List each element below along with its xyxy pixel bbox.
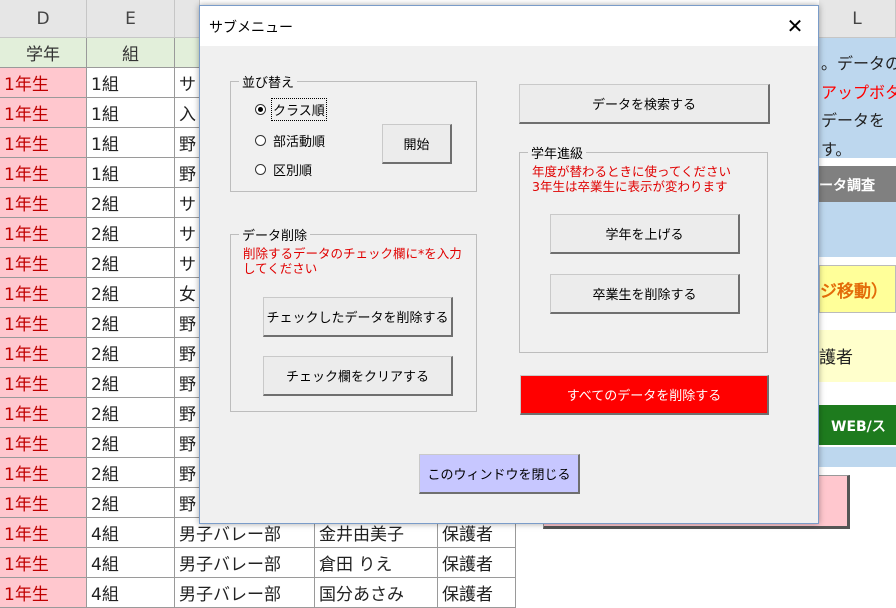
- search-data-button[interactable]: データを検索する: [519, 84, 770, 124]
- cell-name[interactable]: 国分あさみ: [315, 578, 438, 608]
- radio-sort-category[interactable]: 区別順: [255, 160, 312, 179]
- guardian-panel: 護者: [819, 330, 896, 382]
- cell-class[interactable]: 1組: [87, 68, 175, 98]
- header-cell-club[interactable]: [175, 38, 200, 68]
- web-button[interactable]: WEB/ス: [819, 405, 896, 445]
- cell-grade[interactable]: 1年生: [0, 248, 87, 278]
- cell-name[interactable]: 倉田 りえ: [315, 548, 438, 578]
- info-line-2: アップボタ: [821, 83, 896, 102]
- grade-note-line-2: 3年生は卒業生に表示が変わります: [532, 179, 728, 194]
- header-cell-grade[interactable]: 学年: [0, 38, 87, 68]
- radio-button-icon: [255, 104, 266, 115]
- cell-class[interactable]: 2組: [87, 458, 175, 488]
- radio-sort-class[interactable]: クラス順: [255, 98, 327, 121]
- delete-frame: データ削除 削除するデータのチェック欄に*を入力 してください チェックしたデー…: [230, 225, 477, 412]
- cell-grade[interactable]: 1年生: [0, 458, 87, 488]
- cell-club[interactable]: 男子バレー部: [175, 578, 315, 608]
- radio-label: 部活動順: [273, 135, 326, 150]
- delete-note: 削除するデータのチェック欄に*を入力 してください: [243, 246, 462, 276]
- info-line-4: す。: [821, 140, 852, 158]
- start-button[interactable]: 開始: [382, 124, 452, 164]
- cell-class[interactable]: 2組: [87, 278, 175, 308]
- close-icon[interactable]: ✕: [772, 6, 818, 46]
- cell-grade[interactable]: 1年生: [0, 578, 87, 608]
- cell-grade[interactable]: 1年生: [0, 278, 87, 308]
- page-move-button[interactable]: ジ移動）: [819, 265, 896, 313]
- cell-class[interactable]: 2組: [87, 368, 175, 398]
- radio-label: 区別順: [273, 164, 313, 179]
- cell-grade[interactable]: 1年生: [0, 548, 87, 578]
- cell-class[interactable]: 2組: [87, 488, 175, 518]
- cell-grade[interactable]: 1年生: [0, 338, 87, 368]
- cell-grade[interactable]: 1年生: [0, 188, 87, 218]
- dialog-title: サブメニュー: [209, 20, 293, 36]
- cell-grade[interactable]: 1年生: [0, 428, 87, 458]
- cell-club[interactable]: 男子バレー部: [175, 548, 315, 578]
- grade-frame-label: 学年進級: [528, 143, 587, 162]
- cell-grade[interactable]: 1年生: [0, 218, 87, 248]
- cell-class[interactable]: 4組: [87, 578, 175, 608]
- radio-button-icon: [255, 164, 266, 175]
- cell-class[interactable]: 2組: [87, 398, 175, 428]
- cell-role[interactable]: 保護者: [438, 548, 516, 578]
- cell-class[interactable]: 2組: [87, 218, 175, 248]
- cell-class[interactable]: 1組: [87, 98, 175, 128]
- cell-grade[interactable]: 1年生: [0, 98, 87, 128]
- info-panel-bottom: [819, 447, 896, 467]
- guardian-label: 護者: [819, 348, 853, 368]
- cell-grade[interactable]: 1年生: [0, 308, 87, 338]
- cell-class[interactable]: 1組: [87, 158, 175, 188]
- cell-grade[interactable]: 1年生: [0, 128, 87, 158]
- cell-class[interactable]: 2組: [87, 428, 175, 458]
- cell-class[interactable]: 4組: [87, 518, 175, 548]
- submenu-dialog: サブメニュー ✕ 並び替え クラス順 部活動順 区別順 開始 データ削除 削除す…: [199, 5, 819, 524]
- info-panel: 。データの アップボタ データを す。: [819, 38, 896, 158]
- cell-grade[interactable]: 1年生: [0, 398, 87, 428]
- cell-class[interactable]: 2組: [87, 248, 175, 278]
- header-cell-class[interactable]: 組: [87, 38, 175, 68]
- survey-button[interactable]: ータ調査: [819, 166, 896, 202]
- info-line-3: データを: [821, 111, 886, 130]
- dialog-titlebar[interactable]: サブメニュー ✕: [200, 6, 818, 46]
- grade-note-line-1: 年度が替わるときに使ってください: [532, 164, 732, 179]
- cell-class[interactable]: 2組: [87, 188, 175, 218]
- radio-label: クラス順: [271, 98, 327, 121]
- cell-class[interactable]: 4組: [87, 548, 175, 578]
- column-header-d[interactable]: D: [0, 0, 87, 38]
- radio-sort-club[interactable]: 部活動順: [255, 131, 325, 150]
- grade-note: 年度が替わるときに使ってください 3年生は卒業生に表示が変わります: [532, 164, 731, 194]
- info-panel-lower: [819, 202, 896, 257]
- cell-grade[interactable]: 1年生: [0, 68, 87, 98]
- cell-grade[interactable]: 1年生: [0, 518, 87, 548]
- cell-grade[interactable]: 1年生: [0, 158, 87, 188]
- cell-grade[interactable]: 1年生: [0, 488, 87, 518]
- sort-frame: 並び替え クラス順 部活動順 区別順 開始: [230, 72, 477, 192]
- column-header-e[interactable]: E: [87, 0, 175, 38]
- raise-grade-button[interactable]: 学年を上げる: [550, 214, 740, 254]
- delete-checked-button[interactable]: チェックしたデータを削除する: [263, 297, 453, 337]
- cell-grade[interactable]: 1年生: [0, 368, 87, 398]
- column-header-f[interactable]: [175, 0, 200, 38]
- delete-graduates-button[interactable]: 卒業生を削除する: [550, 274, 740, 314]
- radio-button-icon: [255, 135, 266, 146]
- delete-note-line-1: 削除するデータのチェック欄に*を入力: [243, 246, 462, 261]
- cell-class[interactable]: 2組: [87, 338, 175, 368]
- cell-class[interactable]: 1組: [87, 128, 175, 158]
- sort-frame-label: 並び替え: [239, 72, 298, 91]
- info-line-1: 。データの: [821, 54, 896, 73]
- column-header-l[interactable]: L: [819, 0, 896, 38]
- delete-all-button[interactable]: すべてのデータを削除する: [520, 375, 769, 415]
- cell-class[interactable]: 2組: [87, 308, 175, 338]
- cell-role[interactable]: 保護者: [438, 578, 516, 608]
- delete-frame-label: データ削除: [239, 225, 311, 244]
- delete-note-line-2: してください: [243, 261, 318, 276]
- clear-checks-button[interactable]: チェック欄をクリアする: [263, 356, 453, 396]
- close-window-button[interactable]: このウィンドウを閉じる: [419, 454, 580, 494]
- grade-frame: 学年進級 年度が替わるときに使ってください 3年生は卒業生に表示が変わります 学…: [519, 143, 768, 353]
